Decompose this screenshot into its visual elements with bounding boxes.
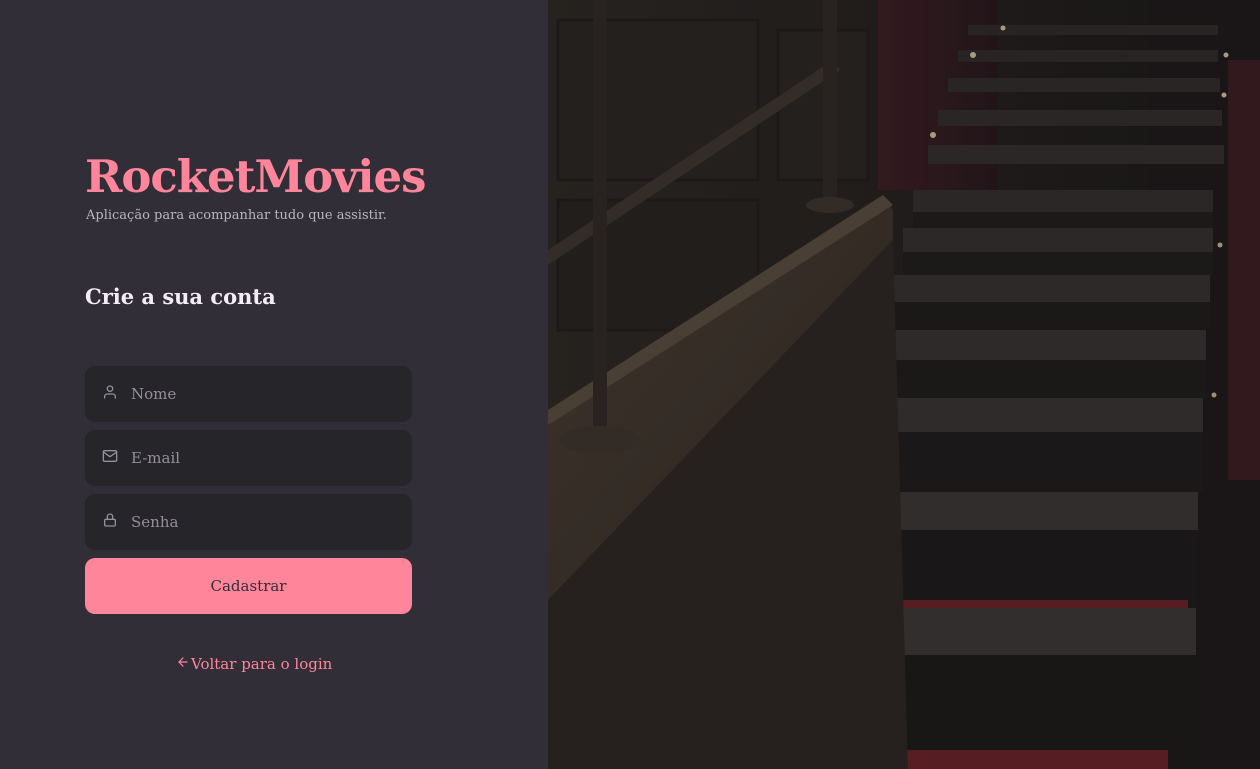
back-to-login-link[interactable]: Voltar para o login (176, 655, 332, 673)
brand-title: RocketMovies (85, 150, 426, 203)
email-field[interactable] (85, 430, 412, 486)
name-field[interactable] (85, 366, 412, 422)
signup-button[interactable]: Cadastrar (85, 558, 412, 614)
password-input[interactable] (131, 502, 391, 542)
email-input[interactable] (131, 438, 391, 478)
cinema-staircase-photo (548, 0, 1260, 769)
password-field[interactable] (85, 494, 412, 550)
name-input[interactable] (131, 374, 391, 414)
arrow-left-icon (176, 655, 191, 673)
signup-form-pane: RocketMovies Aplicação para acompanhar t… (0, 0, 548, 769)
background-image (548, 0, 1260, 769)
form-heading: Crie a sua conta (85, 284, 276, 309)
back-link-label: Voltar para o login (191, 655, 333, 673)
user-icon (102, 384, 118, 404)
brand-subtitle: Aplicação para acompanhar tudo que assis… (86, 208, 387, 223)
mail-icon (102, 448, 118, 468)
lock-icon (102, 512, 118, 532)
